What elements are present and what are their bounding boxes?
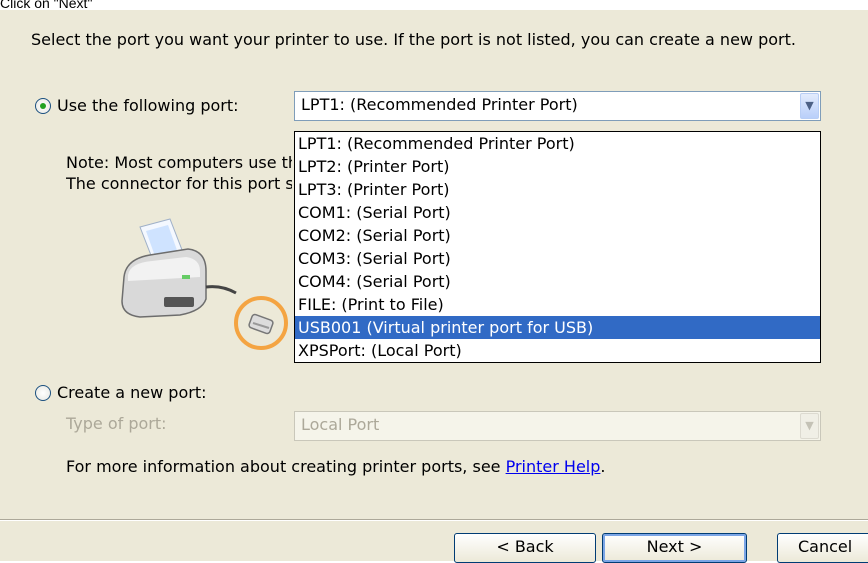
next-button[interactable]: Next >	[602, 533, 747, 563]
create-port-radio[interactable]	[35, 385, 51, 401]
wizard-panel: Select the port you want your printer to…	[0, 10, 868, 561]
create-port-label[interactable]: Create a new port:	[57, 383, 206, 403]
use-port-radio[interactable]	[35, 98, 51, 114]
port-combobox-value: LPT1: (Recommended Printer Port)	[301, 95, 578, 114]
note-line-1: Note: Most computers use the LPT1: port …	[66, 153, 292, 172]
port-option[interactable]: FILE: (Print to File)	[295, 293, 820, 316]
port-type-combobox[interactable]: Local Port ▼	[294, 411, 821, 441]
port-option[interactable]: LPT2: (Printer Port)	[295, 155, 820, 178]
help-suffix: .	[600, 457, 606, 476]
parallel-connector-icon	[234, 296, 288, 350]
radio-selected-dot	[40, 103, 46, 109]
port-option[interactable]: XPSPort: (Local Port)	[295, 339, 820, 362]
port-option[interactable]: COM2: (Serial Port)	[295, 224, 820, 247]
port-option-highlighted[interactable]: USB001 (Virtual printer port for USB)	[295, 316, 820, 339]
port-dropdown-list[interactable]: LPT1: (Recommended Printer Port) LPT2: (…	[294, 131, 821, 363]
use-port-label[interactable]: Use the following port:	[57, 96, 239, 116]
help-text: For more information about creating prin…	[66, 457, 506, 476]
note-line-2: The connector for this port should look …	[66, 174, 292, 193]
port-type-value: Local Port	[301, 415, 380, 434]
port-option[interactable]: LPT3: (Printer Port)	[295, 178, 820, 201]
port-option[interactable]: LPT1: (Recommended Printer Port)	[295, 132, 820, 155]
chevron-down-icon[interactable]: ▼	[800, 93, 819, 119]
chevron-down-icon: ▼	[800, 413, 819, 439]
intro-text: Select the port you want your printer to…	[31, 30, 796, 49]
divider	[0, 519, 868, 521]
port-option[interactable]: COM4: (Serial Port)	[295, 270, 820, 293]
printer-help-link[interactable]: Printer Help	[506, 457, 601, 476]
port-option[interactable]: COM3: (Serial Port)	[295, 247, 820, 270]
back-button[interactable]: < Back	[454, 533, 596, 563]
port-type-label: Type of port:	[66, 414, 167, 433]
port-option[interactable]: COM1: (Serial Port)	[295, 201, 820, 224]
port-combobox[interactable]: LPT1: (Recommended Printer Port) ▼	[294, 91, 821, 121]
help-line: For more information about creating prin…	[66, 457, 605, 477]
cancel-button[interactable]: Cancel	[777, 533, 868, 563]
